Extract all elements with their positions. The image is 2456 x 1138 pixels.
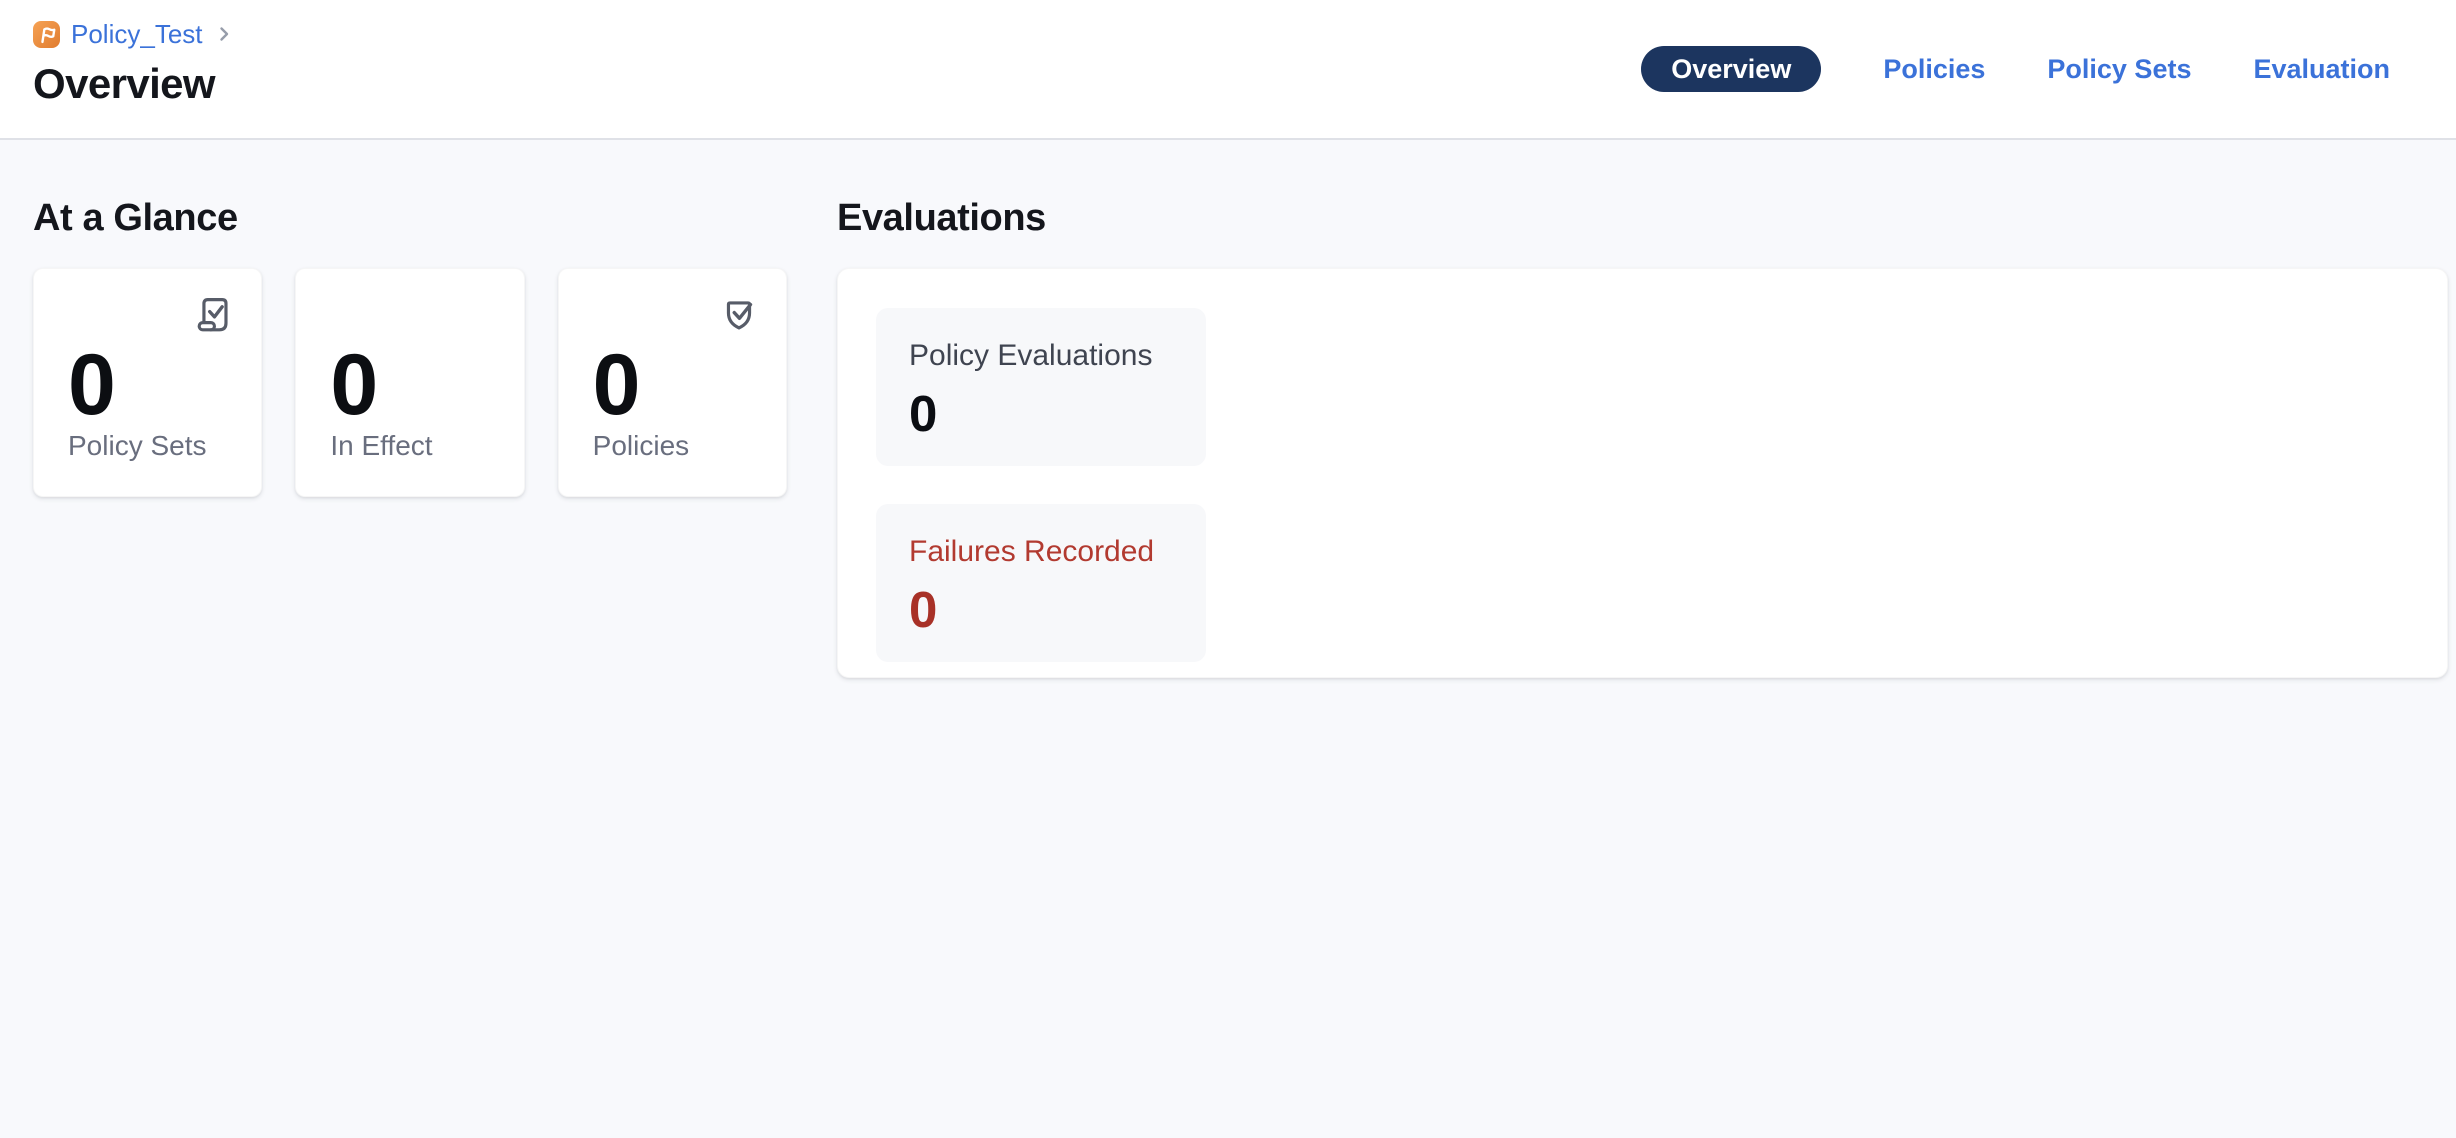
evaluations-card: Policy Evaluations 0 Failures Recorded 0 bbox=[837, 268, 2448, 678]
at-a-glance-heading: At a Glance bbox=[33, 196, 787, 240]
in-effect-card: 0 In Effect bbox=[295, 268, 524, 497]
header-left: Policy_Test Overview bbox=[33, 19, 236, 108]
evaluations-heading: Evaluations bbox=[837, 196, 2448, 240]
policy-evaluations-label: Policy Evaluations bbox=[909, 337, 1173, 375]
failures-recorded-value: 0 bbox=[909, 583, 1173, 637]
top-nav: Overview Policies Policy Sets Evaluation bbox=[1641, 46, 2390, 92]
tab-evaluation[interactable]: Evaluation bbox=[2253, 53, 2390, 85]
policy-evaluations-value: 0 bbox=[909, 387, 1173, 441]
policies-count: 0 bbox=[593, 342, 640, 428]
sentinel-flag-icon bbox=[33, 21, 60, 48]
page-header: Policy_Test Overview Overview Policies P… bbox=[0, 0, 2456, 140]
policy-sets-label: Policy Sets bbox=[68, 429, 207, 463]
at-a-glance-section: At a Glance 0 Policy Sets 0 In Effect bbox=[33, 196, 787, 497]
tab-overview[interactable]: Overview bbox=[1641, 46, 1821, 92]
failures-recorded-stat: Failures Recorded 0 bbox=[876, 504, 1206, 662]
page-title: Overview bbox=[33, 60, 236, 108]
tab-policies[interactable]: Policies bbox=[1883, 53, 1985, 85]
tab-policy-sets[interactable]: Policy Sets bbox=[2047, 53, 2191, 85]
glance-card-grid: 0 Policy Sets 0 In Effect 0 Policies bbox=[33, 268, 787, 497]
failures-recorded-label: Failures Recorded bbox=[909, 533, 1173, 571]
main-content: At a Glance 0 Policy Sets 0 In Effect bbox=[0, 140, 2456, 678]
policy-sets-card: 0 Policy Sets bbox=[33, 268, 262, 497]
in-effect-label: In Effect bbox=[330, 429, 432, 463]
policy-sets-count: 0 bbox=[68, 342, 115, 428]
policies-card: 0 Policies bbox=[558, 268, 787, 497]
evaluations-section: Evaluations Policy Evaluations 0 Failure… bbox=[837, 196, 2448, 678]
policies-label: Policies bbox=[593, 429, 689, 463]
scroll-check-icon bbox=[191, 291, 237, 337]
policy-evaluations-stat: Policy Evaluations 0 bbox=[876, 308, 1206, 466]
shield-check-icon bbox=[716, 291, 762, 337]
breadcrumb: Policy_Test bbox=[33, 19, 236, 49]
chevron-right-icon bbox=[212, 22, 236, 46]
breadcrumb-workspace-link[interactable]: Policy_Test bbox=[71, 19, 203, 49]
in-effect-count: 0 bbox=[330, 342, 377, 428]
